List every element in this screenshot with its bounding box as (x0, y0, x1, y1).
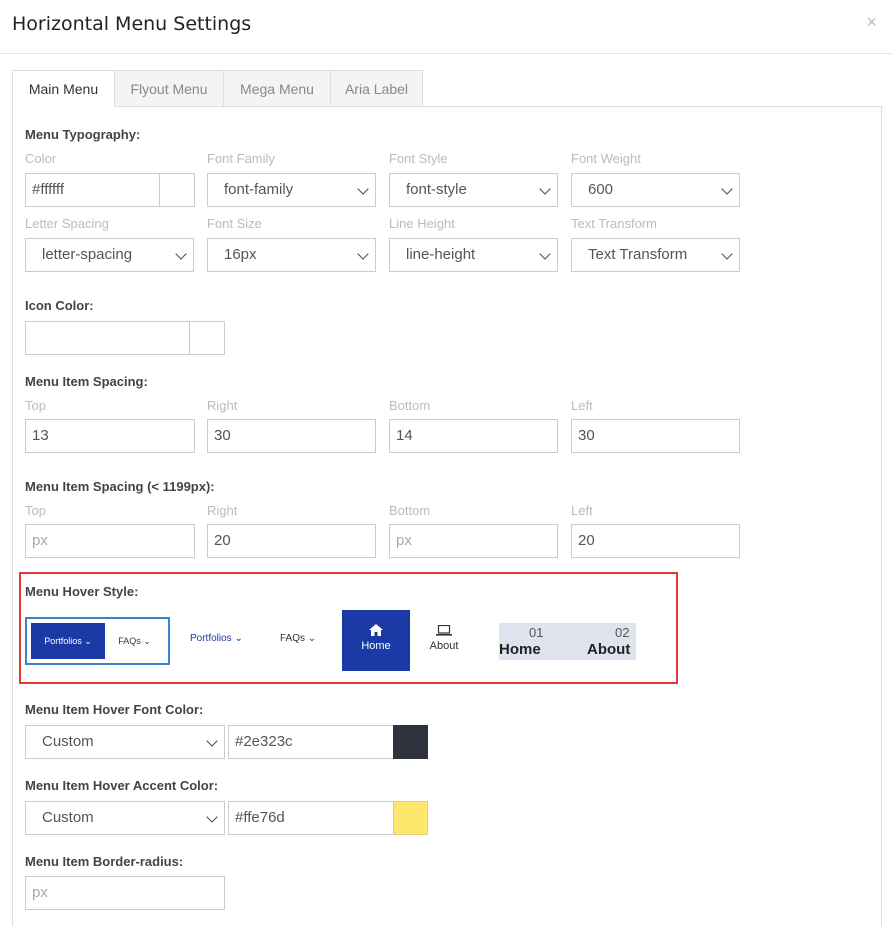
font-family-select[interactable]: font-family (207, 173, 376, 207)
line-height-label: Line Height (389, 216, 455, 231)
font-family-label: Font Family (207, 151, 275, 166)
hover-style-1-portfolios: Portfolios ⌄ (31, 623, 105, 659)
hover-style-option-3-about[interactable]: About (420, 610, 468, 671)
tab-main-menu[interactable]: Main Menu (12, 70, 115, 107)
font-weight-select[interactable]: 600 (571, 173, 740, 207)
spacing-left-label: Left (571, 398, 593, 413)
spacing-small-left-label: Left (571, 503, 593, 518)
spacing-top-label: Top (25, 398, 46, 413)
chevron-down-icon (206, 735, 218, 747)
section-heading-hover-font-color: Menu Item Hover Font Color: (25, 702, 204, 717)
hover-style-4-num-1: 01 (529, 625, 544, 640)
text-transform-label: Text Transform (571, 216, 657, 231)
spacing-right-label: Right (207, 398, 238, 413)
hover-style-3-about-label: About (429, 640, 459, 652)
line-height-select[interactable]: line-height (389, 238, 558, 272)
chevron-down-icon (721, 248, 733, 260)
chevron-down-icon (357, 248, 369, 260)
dialog-header: Horizontal Menu Settings × (0, 0, 893, 54)
spacing-small-right-label: Right (207, 503, 238, 518)
close-icon[interactable]: × (866, 12, 877, 33)
spacing-bottom-input[interactable]: 14 (389, 419, 558, 453)
hover-accent-color-swatch[interactable] (393, 801, 428, 835)
font-size-label: Font Size (207, 216, 262, 231)
font-size-select[interactable]: 16px (207, 238, 376, 272)
hover-style-option-4[interactable]: 01 Home 02 About (499, 623, 636, 660)
section-heading-typography: Menu Typography: (25, 127, 141, 142)
chevron-down-icon (206, 811, 218, 823)
hover-accent-color-mode-select[interactable]: Custom (25, 801, 225, 835)
icon-color-swatch[interactable] (189, 321, 225, 355)
home-icon (369, 624, 383, 636)
color-input[interactable]: #ffffff (25, 173, 160, 207)
hover-style-4-home: Home (499, 641, 541, 658)
font-style-value: font-style (406, 181, 467, 198)
tab-mega-menu[interactable]: Mega Menu (223, 70, 331, 107)
hover-font-color-mode-select[interactable]: Custom (25, 725, 225, 759)
text-transform-value: Text Transform (588, 246, 688, 263)
hover-font-color-mode-value: Custom (42, 733, 94, 750)
color-swatch[interactable] (159, 173, 195, 207)
hover-style-option-3-home[interactable]: Home (342, 610, 410, 671)
section-heading-border-radius: Menu Item Border-radius: (25, 854, 184, 869)
spacing-small-top-input[interactable]: px (25, 524, 195, 558)
font-weight-value: 600 (588, 181, 614, 198)
chevron-down-icon (175, 248, 187, 260)
spacing-small-bottom-input[interactable]: px (389, 524, 558, 558)
dialog-title: Horizontal Menu Settings (12, 13, 252, 35)
section-heading-spacing: Menu Item Spacing: (25, 374, 148, 389)
chevron-down-icon (539, 248, 551, 260)
hover-accent-color-input[interactable]: #ffe76d (228, 801, 394, 835)
text-transform-select[interactable]: Text Transform (571, 238, 740, 272)
tab-aria-label[interactable]: Aria Label (330, 70, 423, 107)
hover-style-1-faqs: FAQs ⌄ (118, 636, 151, 646)
hover-style-2-faqs[interactable]: FAQs ⌄ (280, 633, 316, 644)
spacing-small-top-label: Top (25, 503, 46, 518)
spacing-small-right-input[interactable]: 20 (207, 524, 376, 558)
chevron-down-icon (357, 183, 369, 195)
hover-style-2-portfolios[interactable]: Portfolios ⌄ (190, 633, 243, 644)
tab-flyout-menu[interactable]: Flyout Menu (114, 70, 224, 107)
letter-spacing-select[interactable]: letter-spacing (25, 238, 194, 272)
section-heading-hover-accent-color: Menu Item Hover Accent Color: (25, 778, 219, 793)
chevron-down-icon (721, 183, 733, 195)
font-family-value: font-family (224, 181, 294, 198)
spacing-top-input[interactable]: 13 (25, 419, 195, 453)
hover-font-color-swatch[interactable] (393, 725, 428, 759)
hover-style-4-about: About (587, 641, 631, 658)
spacing-right-input[interactable]: 30 (207, 419, 376, 453)
spacing-bottom-label: Bottom (389, 398, 431, 413)
hover-font-color-input[interactable]: #2e323c (228, 725, 394, 759)
spacing-small-left-input[interactable]: 20 (571, 524, 740, 558)
color-label: Color (25, 151, 57, 166)
chevron-down-icon (539, 183, 551, 195)
hover-style-option-1[interactable]: Portfolios ⌄ FAQs ⌄ (25, 617, 170, 665)
border-radius-input[interactable]: px (25, 876, 225, 910)
hover-style-3-home-label: Home (361, 640, 391, 652)
laptop-icon (436, 625, 452, 636)
line-height-value: line-height (406, 246, 476, 263)
section-heading-spacing-small: Menu Item Spacing (< 1199px): (25, 479, 215, 494)
font-size-value: 16px (224, 246, 257, 263)
hover-style-4-num-2: 02 (615, 625, 630, 640)
spacing-left-input[interactable]: 30 (571, 419, 740, 453)
section-heading-icon-color: Icon Color: (25, 298, 94, 313)
hover-accent-color-mode-value: Custom (42, 809, 94, 826)
section-heading-hover-style: Menu Hover Style: (25, 584, 139, 599)
font-style-label: Font Style (389, 151, 448, 166)
letter-spacing-value: letter-spacing (42, 246, 133, 263)
letter-spacing-label: Letter Spacing (25, 216, 109, 231)
icon-color-input[interactable] (25, 321, 190, 355)
spacing-small-bottom-label: Bottom (389, 503, 431, 518)
font-weight-label: Font Weight (571, 151, 641, 166)
font-style-select[interactable]: font-style (389, 173, 558, 207)
